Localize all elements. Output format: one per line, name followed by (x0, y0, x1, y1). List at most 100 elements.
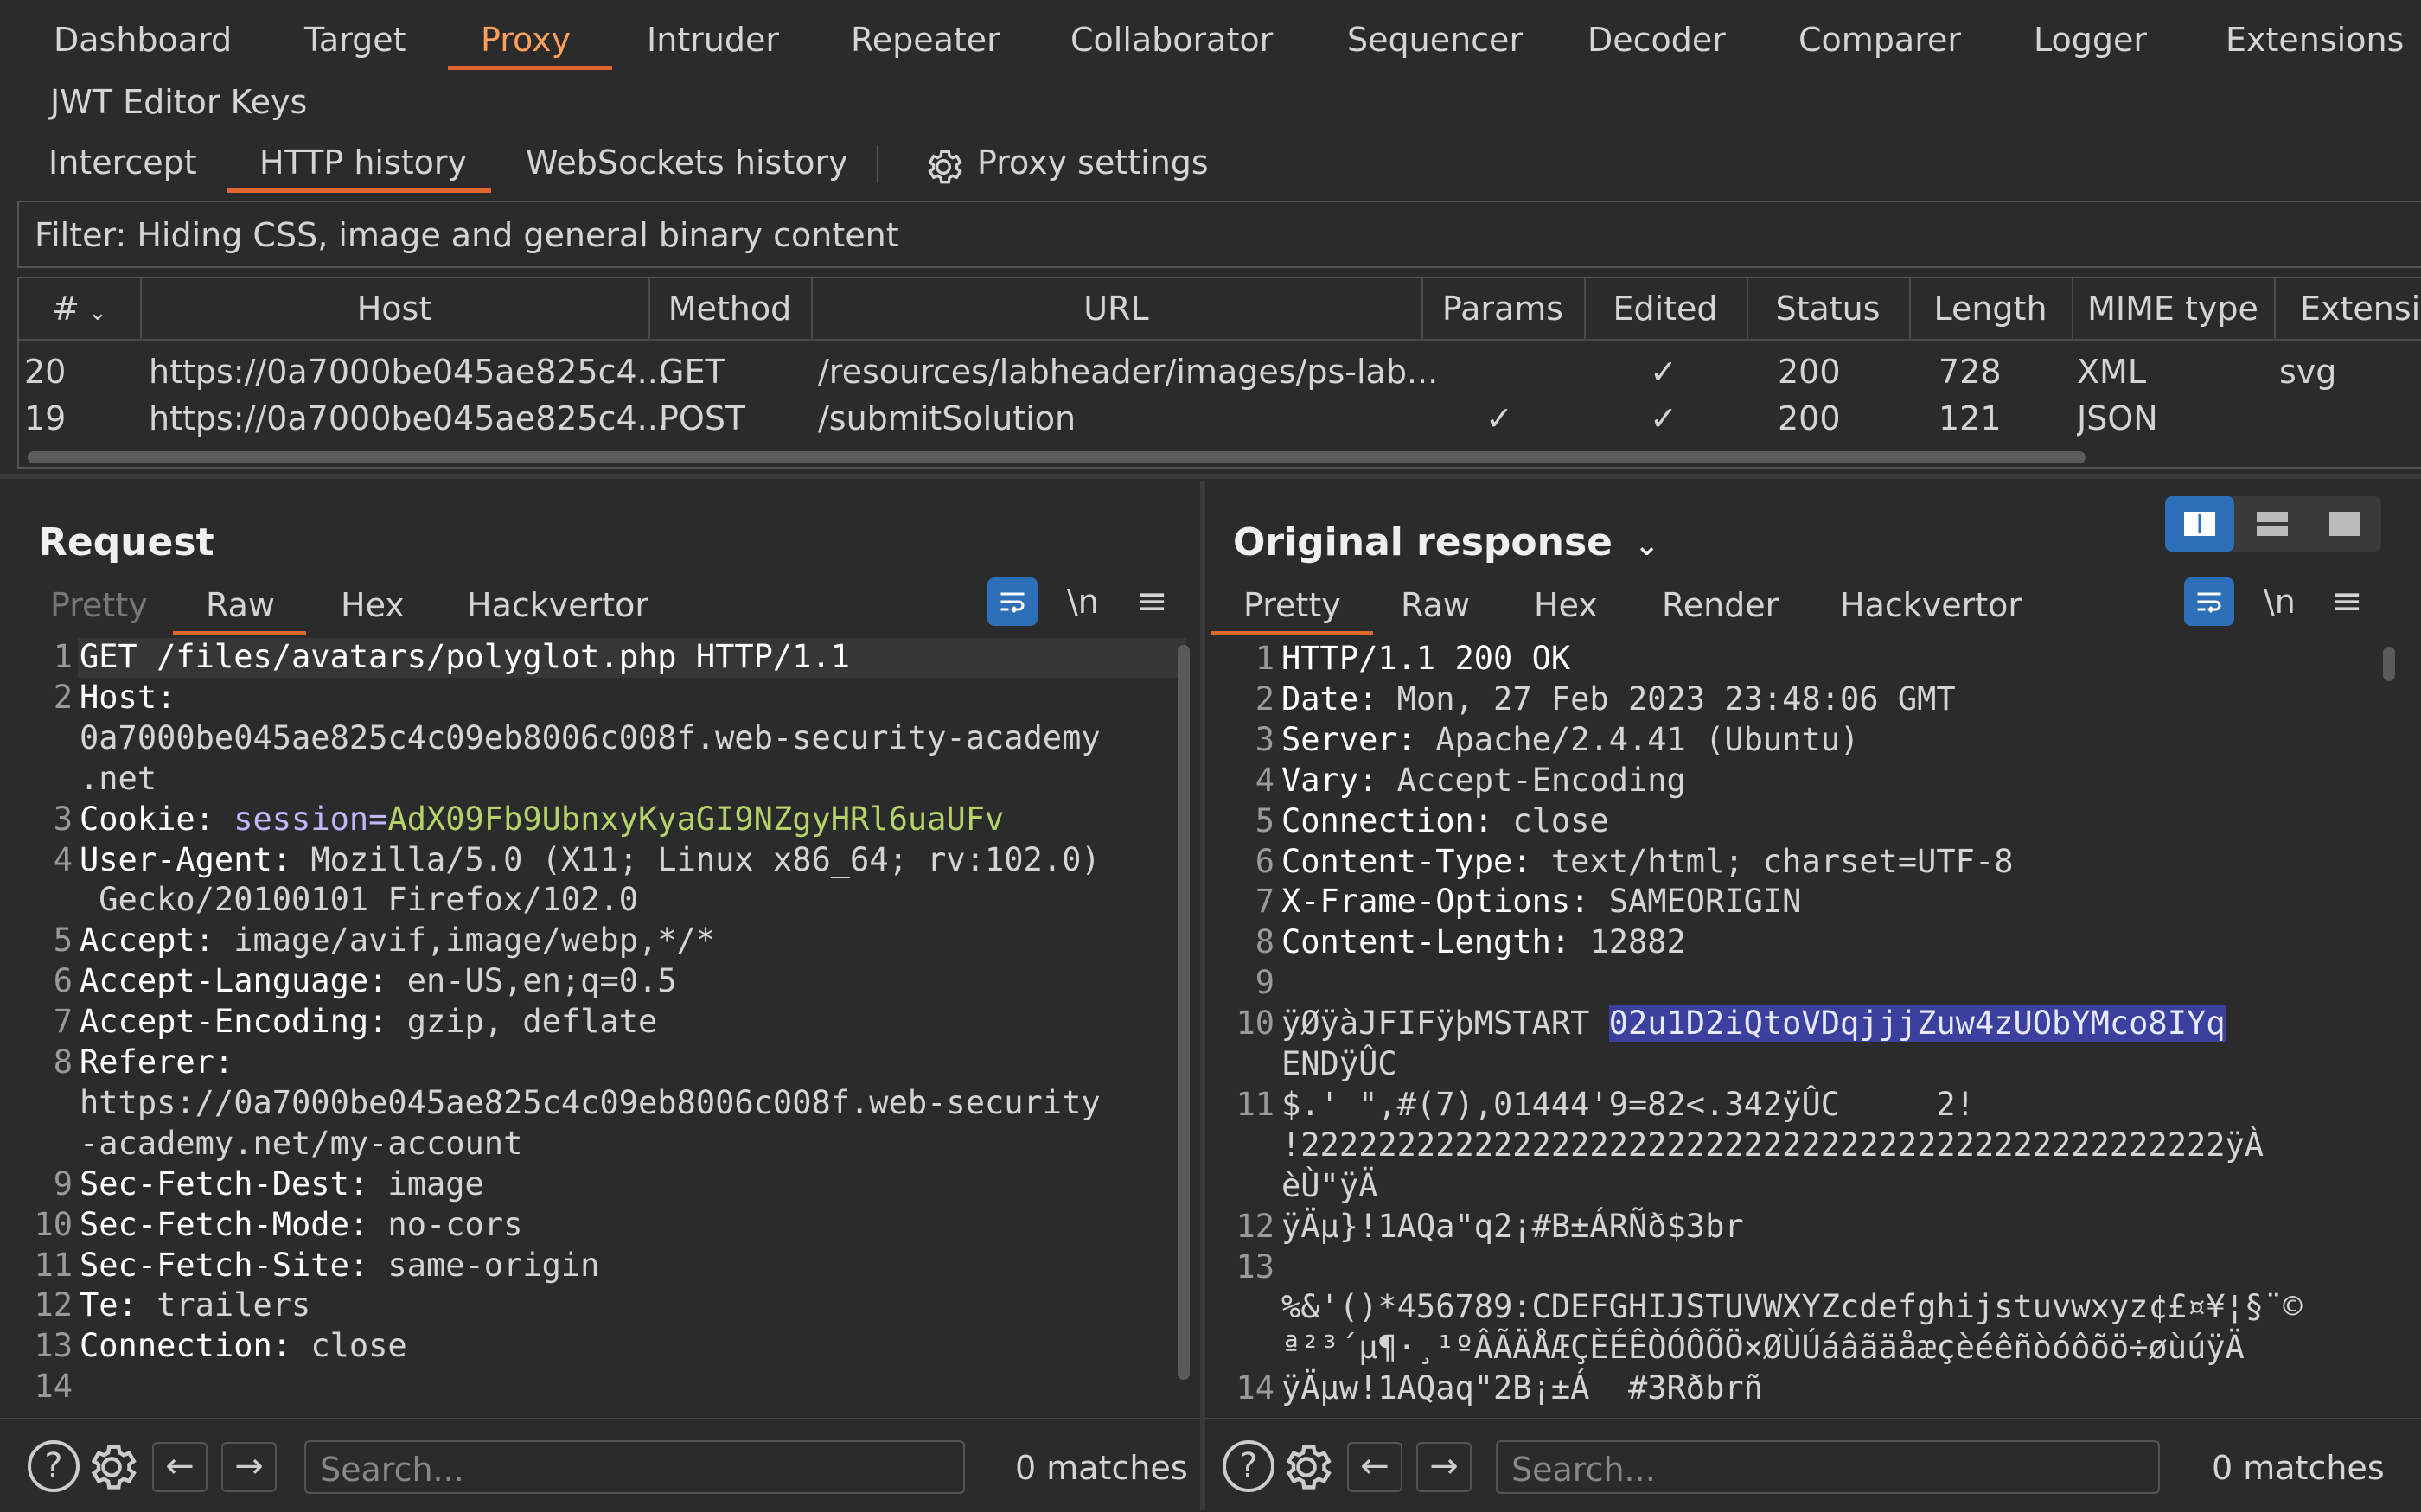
single-pane-layout-button[interactable] (2310, 496, 2379, 552)
col-header-host[interactable]: Host (140, 278, 650, 339)
tab-logger[interactable]: Logger (2034, 21, 2147, 59)
response-editor[interactable]: 1 HTTP/1.1 200 OK 2 Date: Mon, 27 Feb 2023 … (1212, 638, 2414, 1414)
tab-hackvertor[interactable]: Hackvertor (1840, 586, 2022, 624)
separator (877, 145, 878, 183)
col-header-number[interactable]: # ⌄ (19, 278, 142, 339)
code-line: Te: trailers (80, 1286, 310, 1324)
line-number: 14 (34, 1368, 73, 1406)
code-line: Content-Type: text/html; charset=UTF-8 (1281, 843, 2014, 880)
response-search-input[interactable]: Search... (1496, 1440, 2160, 1494)
row-method: POST (659, 399, 746, 437)
col-header-edited[interactable]: Edited (1584, 278, 1748, 339)
request-title: Request (38, 520, 214, 565)
code-line: https://0a7000be045ae825c4c09eb8006c008f… (80, 1084, 1101, 1121)
tab-raw[interactable]: Raw (1401, 586, 1470, 624)
tab-jwt-editor-keys[interactable]: JWT Editor Keys (50, 83, 307, 121)
request-vertical-scrollbar[interactable] (1178, 645, 1190, 1380)
col-header-length[interactable]: Length (1909, 278, 2073, 339)
line-number: 13 (34, 1327, 73, 1365)
line-number: 9 (53, 1164, 73, 1203)
header-key: Te: (80, 1286, 137, 1324)
header-value: Accept-Encoding (1377, 761, 1686, 799)
tab-pretty[interactable]: Pretty (50, 586, 148, 624)
newline-toggle[interactable]: \n (2264, 583, 2296, 621)
tab-repeater[interactable]: Repeater (851, 21, 1000, 59)
header-key: Sec-Fetch-Mode: (80, 1205, 369, 1243)
help-icon[interactable]: ? (28, 1440, 80, 1492)
code-line: Connection: close (1281, 802, 1609, 839)
tab-render[interactable]: Render (1662, 586, 1779, 624)
previous-arrow-icon[interactable]: ← (152, 1442, 208, 1492)
response-match-count: 0 matches (2212, 1449, 2385, 1487)
table-row[interactable]: 20 https://0a7000be045ae825c4... GET/resou… (19, 349, 2421, 394)
tab-hex[interactable]: Hex (341, 586, 405, 624)
previous-arrow-icon[interactable]: ← (1347, 1442, 1402, 1492)
tab-comparer[interactable]: Comparer (1798, 21, 1961, 59)
line-number: 4 (53, 840, 73, 878)
row-status: 200 (1778, 399, 1841, 437)
split-horizontal-layout-button[interactable] (2165, 496, 2234, 552)
response-title[interactable]: Original response ⌄ (1233, 520, 1659, 565)
request-editor[interactable]: 1 GET /files/avatars/polyglot.php HTTP/1.… (17, 636, 1191, 1413)
tab-collaborator[interactable]: Collaborator (1070, 21, 1273, 59)
settings-gear-icon[interactable] (1278, 1439, 1335, 1499)
line-number: 13 (1236, 1247, 1274, 1286)
code-line: ENDÿÛC (1281, 1045, 1397, 1082)
col-header-extension[interactable]: Extensic (2274, 278, 2421, 339)
code-line: X-Frame-Options: SAMEORIGIN (1281, 883, 1801, 920)
wrap-lines-button[interactable] (987, 577, 1038, 626)
tab-target[interactable]: Target (304, 21, 406, 59)
http-history-table: # ⌄ Host Method URL Params Edited Status … (17, 277, 2421, 469)
tab-dashboard[interactable]: Dashboard (54, 21, 232, 59)
response-vertical-scrollbar[interactable] (2383, 647, 2395, 681)
tab-hackvertor[interactable]: Hackvertor (467, 586, 648, 624)
rows-icon (2257, 512, 2288, 536)
line-number: 6 (1255, 842, 1274, 880)
request-search-input[interactable]: Search... (304, 1440, 965, 1494)
menu-icon[interactable]: ≡ (2331, 579, 2363, 623)
col-header-params[interactable]: Params (1421, 278, 1586, 339)
newline-toggle[interactable]: \n (1067, 583, 1099, 621)
header-key: HTTP/1.1 200 OK (1281, 640, 1571, 677)
header-value: ª²³´µ¶·¸¹ºÂÃÄÅÆÇÈÉÊÒÓÔÕÖ×ØÙÚáâãäåæçèéêñò… (1281, 1329, 2245, 1367)
proxy-subtabs: Intercept HTTP history WebSockets histor… (0, 131, 2421, 195)
code-line: Cookie: session=AdX09Fb9UbnxyKyaGI9NZgyH… (80, 801, 1004, 838)
active-tab-indicator (1210, 631, 1373, 635)
row-host: https://0a7000be045ae825c4... (149, 399, 668, 437)
header-key: Connection: (80, 1327, 292, 1365)
tab-intruder[interactable]: Intruder (647, 21, 779, 59)
tab-raw[interactable]: Raw (206, 586, 275, 624)
subtab-websockets-history[interactable]: WebSockets history (526, 144, 848, 182)
code-line: Date: Mon, 27 Feb 2023 23:48:06 GMT (1281, 680, 1956, 718)
subtab-http-history[interactable]: HTTP history (259, 144, 467, 182)
col-header-mime[interactable]: MIME type (2072, 278, 2276, 339)
col-header-status[interactable]: Status (1747, 278, 1911, 339)
code-line: $.' ",#(7),01444'9=82<.342ÿÛC 2! (1281, 1086, 1975, 1123)
header-value: Gecko/20100101 Firefox/102.0 (80, 881, 639, 919)
tab-hex[interactable]: Hex (1534, 586, 1598, 624)
menu-icon[interactable]: ≡ (1136, 579, 1168, 623)
table-row[interactable]: 19 https://0a7000be045ae825c4... POST/subm… (19, 396, 2421, 441)
split-vertical-layout-button[interactable] (2238, 496, 2307, 552)
col-header-url[interactable]: URL (811, 278, 1423, 339)
wrap-lines-button[interactable] (2184, 577, 2234, 626)
tab-decoder[interactable]: Decoder (1587, 21, 1726, 59)
line-number: 7 (53, 1003, 73, 1041)
help-icon[interactable]: ? (1223, 1440, 1274, 1492)
settings-gear-icon[interactable] (83, 1439, 140, 1499)
tab-proxy[interactable]: Proxy (481, 21, 571, 59)
subtab-intercept[interactable]: Intercept (48, 144, 197, 182)
code-line: ÿÄµ}!1AQa"q2¡#B±ÁRÑð$3br (1281, 1208, 1744, 1245)
filter-bar[interactable]: Filter: Hiding CSS, image and general bi… (17, 201, 2421, 268)
header-value: ÿÄµ}!1AQa"q2¡#B±ÁRÑð$3br (1281, 1207, 1744, 1245)
header-value: image (368, 1164, 484, 1203)
horizontal-scrollbar[interactable] (28, 451, 2086, 463)
next-arrow-icon[interactable]: → (221, 1442, 277, 1492)
tab-extensions[interactable]: Extensions (2226, 21, 2404, 59)
col-header-method[interactable]: Method (648, 278, 813, 339)
line-number: 1 (1255, 640, 1274, 677)
tab-sequencer[interactable]: Sequencer (1347, 21, 1523, 59)
tab-pretty[interactable]: Pretty (1243, 586, 1341, 624)
pane-divider[interactable] (0, 474, 2421, 479)
next-arrow-icon[interactable]: → (1416, 1442, 1472, 1492)
